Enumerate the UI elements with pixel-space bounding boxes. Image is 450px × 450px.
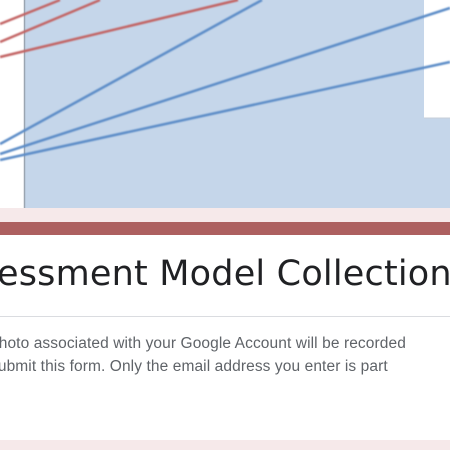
- card-accent-bar: [0, 222, 450, 235]
- form-page: Assessment Model Collection photo associ…: [0, 0, 450, 450]
- chart-panel: [25, 0, 450, 208]
- notice-line-2: submit this form. Only the email address…: [0, 358, 388, 375]
- title-divider: [0, 316, 450, 317]
- header-image: [0, 0, 450, 208]
- line-graph-banner-icon: [0, 0, 450, 208]
- notice-line-1: photo associated with your Google Accoun…: [0, 335, 406, 352]
- account-notice: photo associated with your Google Accoun…: [0, 332, 406, 378]
- form-title: Assessment Model Collection: [0, 254, 450, 294]
- chart-legend-box: [424, 0, 450, 118]
